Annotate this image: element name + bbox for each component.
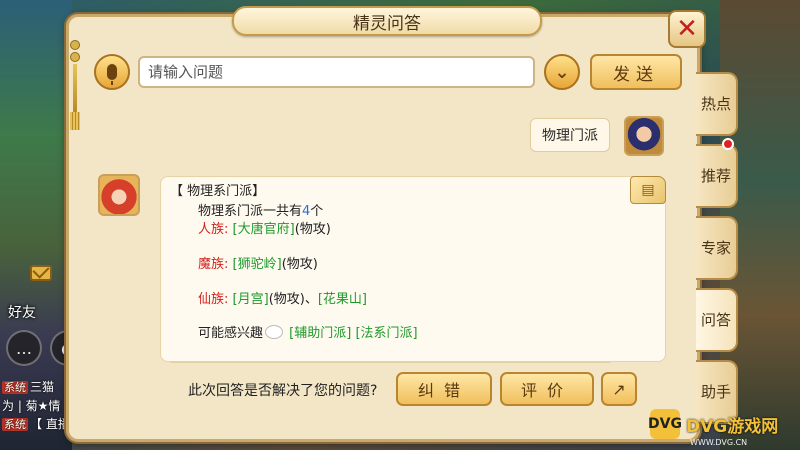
- user-avatar: [624, 116, 664, 156]
- rate-button[interactable]: 评价: [500, 372, 594, 406]
- answer-line-immortal: 仙族: [月宫](物攻)、[花果山]: [198, 292, 367, 307]
- tab-recommend[interactable]: 推荐: [696, 144, 738, 208]
- bot-avatar: [98, 174, 140, 216]
- friends-label[interactable]: 好友: [8, 302, 36, 322]
- chat-line: 系统【 直播: [2, 417, 70, 431]
- history-dropdown-button[interactable]: ⌄: [544, 54, 580, 90]
- user-message-bubble: 物理门派: [530, 118, 610, 152]
- tab-hot[interactable]: 热点: [696, 72, 738, 136]
- tassel-ornament: [70, 40, 80, 130]
- book-icon[interactable]: ▤: [630, 176, 666, 204]
- answer-heading: 【 物理系门派】: [170, 184, 266, 199]
- chat-line: 为 | 菊★情: [2, 399, 61, 413]
- divider: [170, 362, 610, 363]
- share-button[interactable]: ↗: [601, 372, 637, 406]
- question-input[interactable]: [138, 56, 535, 88]
- mail-icon[interactable]: [30, 265, 52, 281]
- answer-summary: 物理系门派一共有4个: [198, 204, 324, 219]
- sect-link[interactable]: [狮驼岭]: [233, 257, 282, 272]
- chat-line: 系统 三猫: [2, 380, 55, 394]
- watermark-url: WWW.DVG.CN: [690, 438, 748, 447]
- answer-line-demon: 魔族: [狮驼岭](物攻): [198, 257, 318, 272]
- send-button[interactable]: 发送: [590, 54, 682, 90]
- mascot-icon: [265, 325, 284, 339]
- dialog-title: 精灵问答: [232, 6, 542, 36]
- feedback-question: 此次回答是否解决了您的问题?: [188, 383, 378, 399]
- related-link[interactable]: [辅助门派]: [289, 326, 351, 341]
- microphone-icon: [107, 64, 117, 85]
- related-link[interactable]: [法系门派]: [355, 326, 417, 341]
- sect-link[interactable]: [花果山]: [318, 292, 367, 307]
- notification-badge: [722, 138, 734, 150]
- answer-interest-line: 可能感兴趣 [辅助门派] [法系门派]: [198, 325, 418, 341]
- microphone-button[interactable]: [94, 54, 130, 90]
- gamepad-logo-icon: DVG: [648, 409, 682, 439]
- sect-link[interactable]: [大唐官府]: [233, 222, 295, 237]
- sect-link[interactable]: [月宫]: [233, 292, 269, 307]
- answer-line-human: 人族: [大唐官府](物攻): [198, 222, 331, 237]
- tab-expert[interactable]: 专家: [696, 216, 738, 280]
- chat-bubble-icon[interactable]: …: [6, 330, 42, 366]
- share-icon: ↗: [612, 379, 626, 399]
- close-button[interactable]: ✕: [668, 10, 706, 48]
- report-error-button[interactable]: 纠错: [396, 372, 492, 406]
- tab-qa[interactable]: 问答: [696, 288, 738, 352]
